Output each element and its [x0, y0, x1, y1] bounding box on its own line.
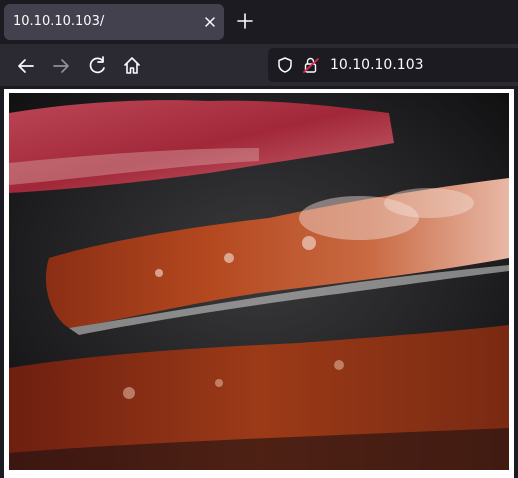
navigation-toolbar: 10.10.10.103 [0, 44, 518, 86]
reload-icon[interactable] [83, 52, 111, 80]
tab-active[interactable]: 10.10.10.103/ [4, 4, 224, 40]
url-input[interactable]: 10.10.10.103 [330, 57, 424, 73]
plus-icon[interactable] [234, 10, 256, 32]
page-body [4, 89, 514, 478]
home-icon[interactable] [118, 52, 146, 80]
arrow-left-icon[interactable] [12, 52, 40, 80]
arrow-right-icon[interactable] [47, 52, 75, 80]
tab-bar: 10.10.10.103/ [0, 0, 518, 44]
tab-title: 10.10.10.103/ [13, 14, 105, 29]
close-icon[interactable] [201, 13, 219, 31]
page-viewport [0, 86, 518, 478]
address-bar[interactable]: 10.10.10.103 [268, 48, 518, 82]
bacon-image [9, 93, 509, 470]
shield-icon[interactable] [276, 56, 294, 74]
lock-warning-icon[interactable] [302, 56, 320, 74]
